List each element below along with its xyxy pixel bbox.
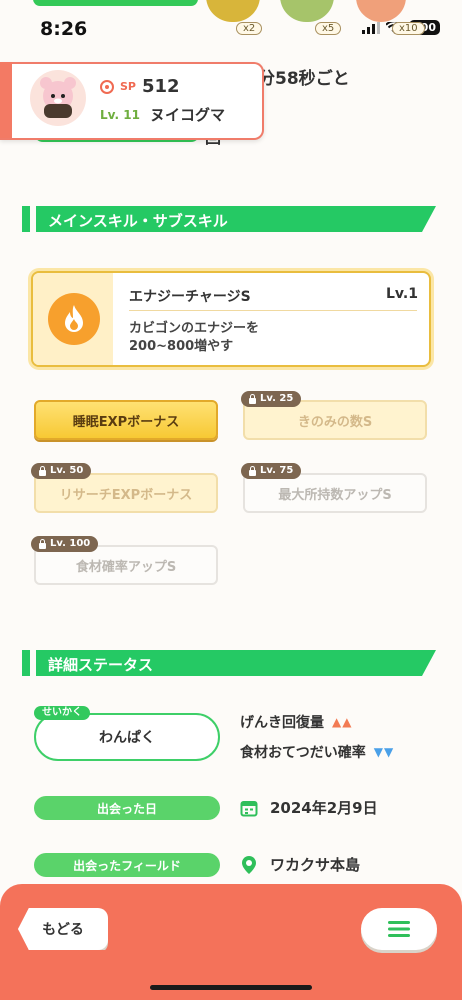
met-field-label: 出会ったフィールド <box>34 853 220 877</box>
met-date: 2024年2月9日 <box>270 799 378 817</box>
main-skill-description: カビゴンのエナジーを 200~800増やす <box>129 321 260 354</box>
flame-icon <box>48 293 100 345</box>
pokemon-card-accent <box>0 62 12 138</box>
skills-section-header: メインスキル・サブスキル <box>22 206 438 232</box>
back-button[interactable]: もどる <box>18 908 108 950</box>
met-date-label: 出会った日 <box>34 796 220 820</box>
nature-tag: せいかく <box>34 706 90 720</box>
food-badge-3: x10 <box>392 16 425 35</box>
details-section-title: 詳細ステータス <box>48 656 154 674</box>
main-skill-name: エナジーチャージS <box>129 289 251 305</box>
lock-icon <box>249 465 256 476</box>
main-skill-level: Lv.1 <box>386 286 418 302</box>
unlock-level-tag: Lv. 25 <box>241 391 302 407</box>
sp-label: SP <box>120 80 136 93</box>
sub-skill-research-exp[interactable]: リサーチEXPボーナス <box>34 473 218 513</box>
status-time: 8:26 <box>40 18 88 40</box>
unlock-level-tag: Lv. 100 <box>31 536 99 552</box>
sp-row: SP 512 <box>100 76 180 97</box>
met-field: ワカクサ本島 <box>270 856 361 874</box>
up-arrows-icon: ▲▲ <box>332 715 353 729</box>
pokemon-name: ヌイコグマ <box>149 106 225 124</box>
skills-section-title: メインスキル・サブスキル <box>48 212 228 230</box>
sub-skill-sleep-exp[interactable]: 睡眠EXPボーナス <box>34 400 218 440</box>
food-badge-2: x5 <box>315 16 342 35</box>
level-row: Lv. 11 ヌイコグマ <box>100 104 225 125</box>
pokemon-avatar <box>30 70 86 126</box>
home-indicator <box>150 985 312 990</box>
pokemon-level: Lv. 11 <box>100 107 140 122</box>
food-badge-1: x2 <box>236 16 263 35</box>
divider <box>129 310 417 311</box>
location-pin-icon <box>242 855 256 874</box>
nature-effect-down: 食材おてつだい確率 ▼▼ <box>240 745 395 761</box>
met-field-row: ワカクサ本島 <box>240 854 360 875</box>
menu-button[interactable] <box>361 908 437 950</box>
lock-icon <box>249 393 256 404</box>
unlock-level-tag: Lv. 50 <box>31 463 92 479</box>
sub-skill-inventory-up[interactable]: 最大所持数アップS <box>243 473 427 513</box>
unlock-level-tag: Lv. 75 <box>241 463 302 479</box>
calendar-icon <box>240 800 258 816</box>
lock-icon <box>39 465 46 476</box>
pokeball-icon <box>100 79 114 94</box>
met-date-row: 2024年2月9日 <box>240 797 378 818</box>
signal-icon <box>362 21 381 34</box>
details-section-header: 詳細ステータス <box>22 650 438 676</box>
hamburger-menu-icon <box>388 921 410 937</box>
nature-effect-up: げんき回復量 ▲▲ <box>240 715 353 731</box>
top-pill <box>33 0 198 6</box>
nature-box[interactable]: わんぱく <box>34 713 220 761</box>
down-arrows-icon: ▼▼ <box>373 745 395 759</box>
help-interval-text: 分58秒ごと <box>258 69 350 89</box>
sp-value: 512 <box>141 76 180 97</box>
bear-icon <box>40 77 76 118</box>
lock-icon <box>39 538 46 549</box>
